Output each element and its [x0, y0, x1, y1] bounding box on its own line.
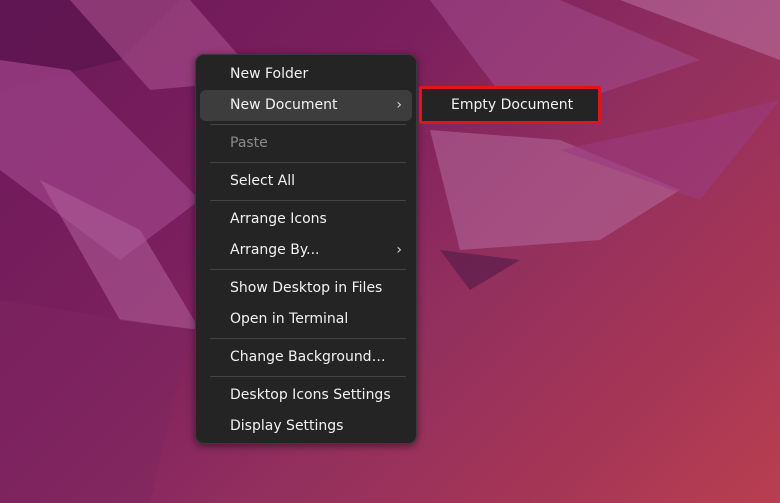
menu-item-change-background[interactable]: Change Background…: [200, 342, 412, 373]
menu-item-open-in-terminal[interactable]: Open in Terminal: [200, 304, 412, 335]
menu-item-new-folder[interactable]: New Folder: [200, 59, 412, 90]
menu-separator: [210, 269, 406, 270]
menu-item-label: Arrange Icons: [230, 211, 327, 227]
menu-item-label: Arrange By...: [230, 242, 320, 258]
desktop-context-menu: New Folder New Document › Paste Select All Ar…: [195, 54, 417, 444]
menu-item-label: Show Desktop in Files: [230, 280, 383, 296]
menu-item-empty-document[interactable]: Empty Document: [422, 89, 598, 121]
menu-item-label: New Folder: [230, 66, 309, 82]
menu-item-label: Select All: [230, 173, 295, 189]
menu-item-label: Open in Terminal: [230, 311, 349, 327]
menu-item-desktop-icons-settings[interactable]: Desktop Icons Settings: [200, 380, 412, 411]
menu-item-arrange-icons[interactable]: Arrange Icons: [200, 204, 412, 235]
menu-separator: [210, 338, 406, 339]
chevron-right-icon: ›: [396, 97, 402, 113]
menu-item-display-settings[interactable]: Display Settings: [200, 411, 412, 442]
menu-item-label: Desktop Icons Settings: [230, 387, 391, 403]
menu-item-show-desktop-in-files[interactable]: Show Desktop in Files: [200, 273, 412, 304]
menu-item-select-all[interactable]: Select All: [200, 166, 412, 197]
menu-separator: [210, 124, 406, 125]
menu-item-label: Display Settings: [230, 418, 344, 434]
menu-item-arrange-by[interactable]: Arrange By... ›: [200, 235, 412, 266]
new-document-submenu: Empty Document: [419, 86, 601, 124]
menu-item-label: Paste: [230, 135, 268, 151]
menu-separator: [210, 200, 406, 201]
menu-item-label: Change Background…: [230, 349, 386, 365]
menu-item-new-document[interactable]: New Document ›: [200, 90, 412, 121]
menu-separator: [210, 376, 406, 377]
chevron-right-icon: ›: [396, 242, 402, 258]
menu-separator: [210, 162, 406, 163]
menu-item-label: New Document: [230, 97, 338, 113]
menu-item-paste[interactable]: Paste: [200, 128, 412, 159]
